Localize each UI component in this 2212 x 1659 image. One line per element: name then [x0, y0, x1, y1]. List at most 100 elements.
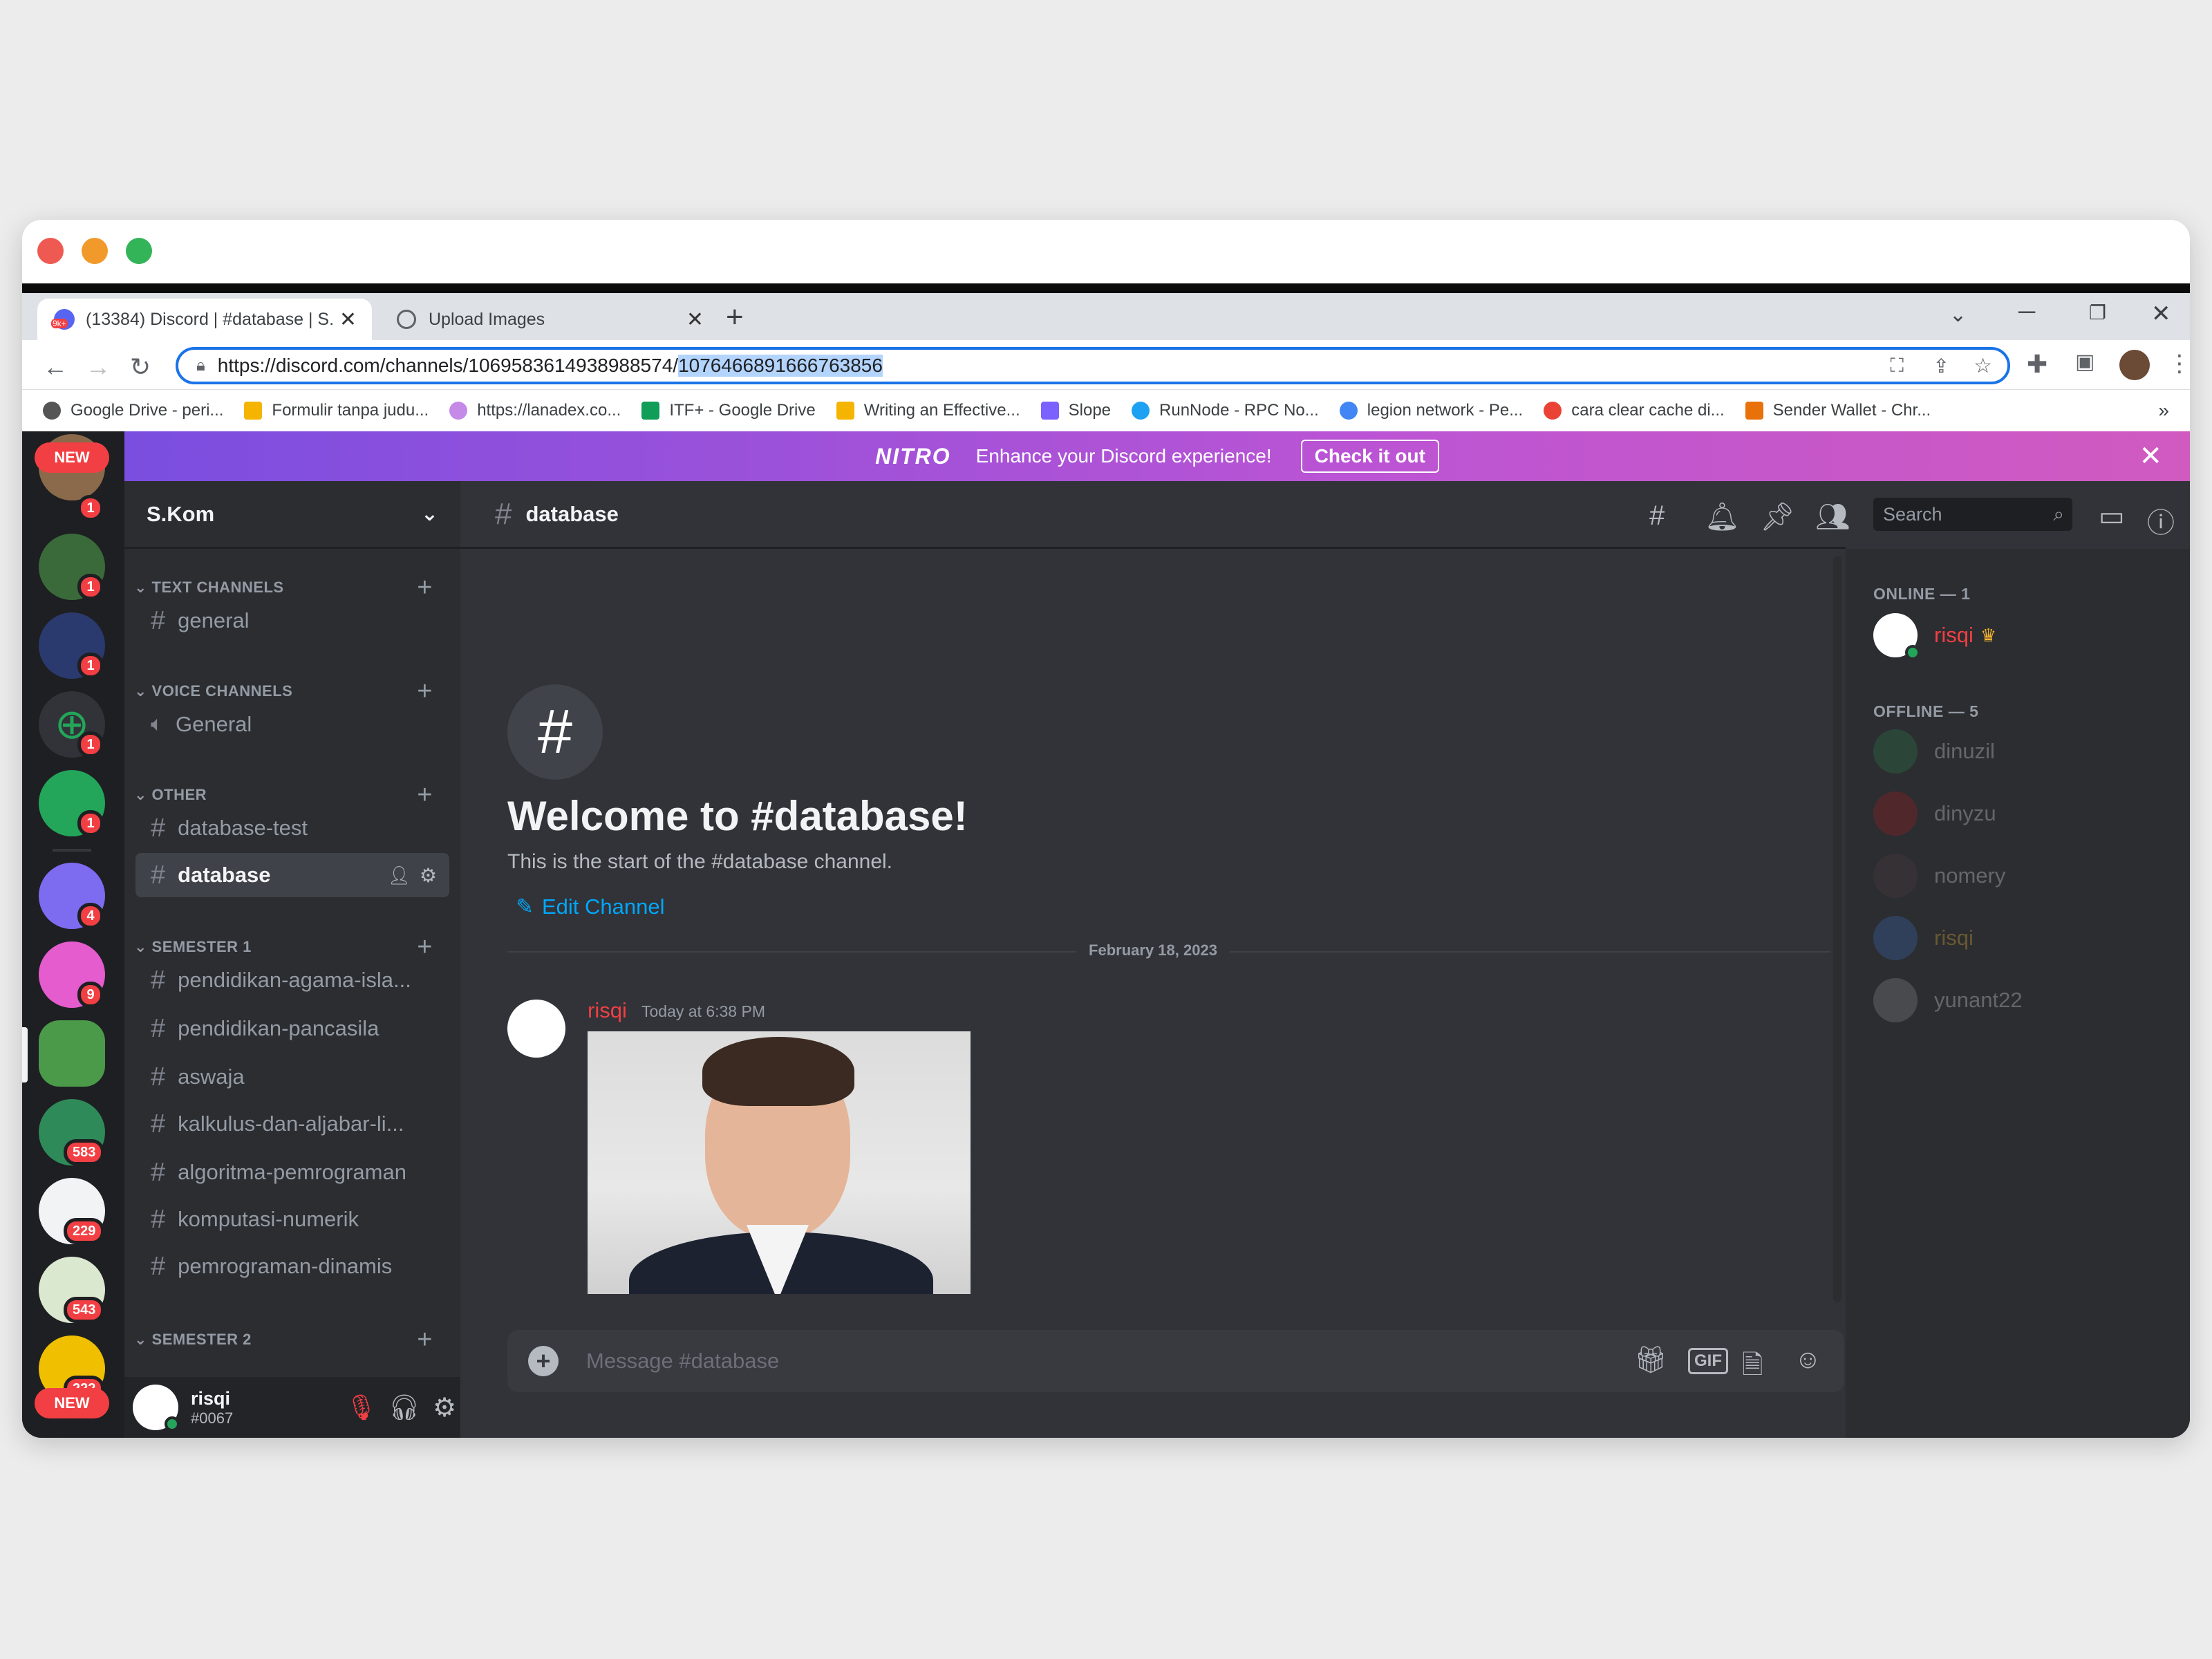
member-list: ONLINE — 1 risqi ♛ OFFLINE — 5 dinuzil d… — [1846, 549, 2190, 1438]
member-item[interactable]: dinuzil — [1873, 727, 1995, 776]
url-field[interactable]: 🔒︎ https://discord.com/channels/10695836… — [176, 347, 2010, 384]
avatar — [1873, 791, 1918, 836]
gear-icon[interactable]: ⚙ — [433, 1392, 456, 1423]
member-item[interactable]: yunant22 — [1873, 976, 2023, 1024]
channel-item[interactable]: # algoritma-pemrograman — [135, 1150, 449, 1194]
member-item[interactable]: risqi — [1873, 914, 1974, 962]
add-attachment-icon[interactable]: + — [528, 1346, 559, 1376]
category-text-channels[interactable]: ⌄ TEXT CHANNELS + — [124, 573, 460, 602]
bookmark-item[interactable]: Slope — [1040, 401, 1111, 420]
tab-search-icon[interactable]: ⌄ — [1949, 303, 1967, 327]
profile-avatar[interactable] — [2119, 350, 2150, 380]
hash-icon: # — [151, 606, 166, 635]
close-tab-icon[interactable]: ✕ — [686, 308, 704, 332]
bookmark-item[interactable]: cara clear cache di... — [1544, 401, 1725, 420]
message-author[interactable]: risqi — [588, 998, 627, 1023]
close-icon[interactable]: ✕ — [2151, 300, 2171, 328]
hash-icon: # — [151, 813, 166, 843]
bookmarks-bar: Google Drive - peri... Formulir tanpa ju… — [22, 390, 2190, 431]
members-icon[interactable]: 👥︎ — [1815, 500, 1850, 533]
message-input[interactable]: Message #database — [586, 1349, 779, 1374]
member-item[interactable]: risqi ♛ — [1873, 611, 1996, 660]
avatar[interactable] — [507, 1000, 565, 1058]
channel-database[interactable]: # database 👤︎ ⚙ — [135, 853, 449, 897]
bookmark-item[interactable]: https://lanadex.co... — [449, 401, 621, 420]
minimize-window-button[interactable] — [82, 238, 108, 264]
tab-discord[interactable]: 9k+ (13384) Discord | #database | S.K ✕ — [37, 299, 372, 340]
sticker-icon[interactable]: 🗎︎ — [1742, 1345, 1763, 1390]
headphones-icon[interactable]: 🎧︎ — [388, 1393, 420, 1422]
selected-server-indicator — [22, 1027, 28, 1082]
channel-general[interactable]: # general — [135, 599, 449, 643]
new-tab-icon[interactable]: + — [726, 300, 744, 335]
bookmark-item[interactable]: Google Drive - peri... — [43, 401, 223, 420]
reload-icon[interactable]: ↻ — [130, 353, 151, 382]
restore-icon[interactable]: ❐ — [2089, 301, 2106, 324]
bookmark-item[interactable]: Formulir tanpa judu... — [244, 401, 429, 420]
maximize-window-button[interactable] — [126, 238, 152, 264]
close-icon[interactable]: ✕ — [2139, 440, 2162, 472]
globe-icon — [397, 310, 416, 329]
browser-window: 9k+ (13384) Discord | #database | S.K ✕ … — [22, 220, 2190, 1438]
channel-title: database — [525, 501, 619, 526]
member-item[interactable]: dinyzu — [1873, 789, 1996, 838]
share-icon[interactable]: ⇪ — [1933, 355, 1949, 377]
emoji-icon[interactable]: ☺︎ — [1794, 1345, 1821, 1375]
category-voice-channels[interactable]: ⌄ VOICE CHANNELS + — [124, 677, 460, 706]
gif-button[interactable]: GIF — [1688, 1348, 1728, 1374]
thread-hash-icon: # — [151, 1251, 166, 1281]
category-semester-2[interactable]: ⌄ SEMESTER 2 + — [124, 1325, 460, 1355]
minimize-icon[interactable]: ─ — [2018, 299, 2035, 326]
search-input[interactable]: Search ⌕ — [1873, 498, 2072, 531]
message-composer[interactable]: + Message #database 🎁︎ GIF 🗎︎ ☺︎ — [507, 1330, 1844, 1392]
gear-icon[interactable]: ⚙ — [420, 864, 437, 887]
server-icon-active[interactable] — [39, 1020, 105, 1087]
chat-scrollbar[interactable] — [1833, 556, 1841, 1302]
side-panel-icon[interactable]: ▣ — [2075, 350, 2094, 374]
menu-icon[interactable]: ⋮ — [2168, 350, 2190, 377]
bookmark-item[interactable]: Sender Wallet - Chr... — [1745, 401, 1931, 420]
inbox-icon[interactable]: ▭ — [2099, 500, 2125, 532]
forward-icon[interactable]: → — [86, 353, 111, 382]
help-icon[interactable]: ⓘ — [2147, 500, 2175, 541]
pin-icon[interactable]: 📌︎ — [1760, 500, 1795, 533]
channel-item[interactable]: # pendidikan-pancasila — [135, 1006, 449, 1051]
bookmark-item[interactable]: legion network - Pe... — [1339, 401, 1523, 420]
threads-icon[interactable]: # — [1649, 500, 1665, 532]
check-it-out-button[interactable]: Check it out — [1300, 440, 1439, 473]
member-item[interactable]: nomery — [1873, 852, 2005, 900]
invite-icon[interactable]: 👤︎ — [388, 865, 411, 886]
voice-channel-general[interactable]: 🔈︎ General — [135, 702, 449, 747]
bookmark-item[interactable]: Writing an Effective... — [836, 401, 1020, 420]
channel-item[interactable]: # komputasi-numerik — [135, 1197, 449, 1241]
category-semester-1[interactable]: ⌄ SEMESTER 1 + — [124, 932, 460, 962]
close-tab-icon[interactable]: ✕ — [339, 308, 357, 332]
star-icon[interactable]: ☆ — [1974, 354, 1992, 378]
bookmark-item[interactable]: ITF+ - Google Drive — [641, 401, 816, 420]
tab-upload-images[interactable]: Upload Images ✕ — [380, 299, 719, 340]
gift-icon[interactable]: 🎁︎ — [1634, 1345, 1667, 1376]
avatar — [1873, 729, 1918, 774]
channel-database-test[interactable]: # database-test — [135, 806, 449, 850]
mute-icon[interactable]: 🎙︎ — [346, 1393, 377, 1422]
back-icon[interactable]: ← — [43, 353, 68, 382]
bookmark-item[interactable]: RunNode - RPC No... — [1132, 401, 1319, 420]
unread-badge: 1 — [77, 653, 104, 679]
close-window-button[interactable] — [37, 238, 64, 264]
server-header[interactable]: S.Kom ⌄ — [124, 481, 460, 549]
channel-item[interactable]: # pemrograman-dinamis — [135, 1244, 449, 1288]
channel-item[interactable]: # pendidikan-agama-isla... — [135, 958, 449, 1002]
category-other[interactable]: ⌄ OTHER + — [124, 780, 460, 809]
edit-channel-link[interactable]: ✎ Edit Channel — [516, 894, 665, 919]
bell-icon[interactable]: 🔔︎ — [1705, 500, 1740, 533]
add-channel-icon[interactable]: + — [417, 1325, 433, 1355]
avatar[interactable] — [133, 1385, 180, 1432]
translate-icon[interactable]: ⛶ — [1890, 355, 1904, 377]
extensions-icon[interactable]: ✚ — [2027, 350, 2047, 379]
more-bookmarks-icon[interactable]: » — [2158, 400, 2169, 422]
online-header: ONLINE — 1 — [1873, 585, 1971, 603]
message-image-attachment[interactable] — [588, 1031, 971, 1294]
channel-item[interactable]: # kalkulus-dan-aljabar-li... — [135, 1102, 449, 1146]
channel-item[interactable]: # aswaja — [135, 1055, 449, 1099]
unread-badge: 583 — [64, 1139, 105, 1165]
